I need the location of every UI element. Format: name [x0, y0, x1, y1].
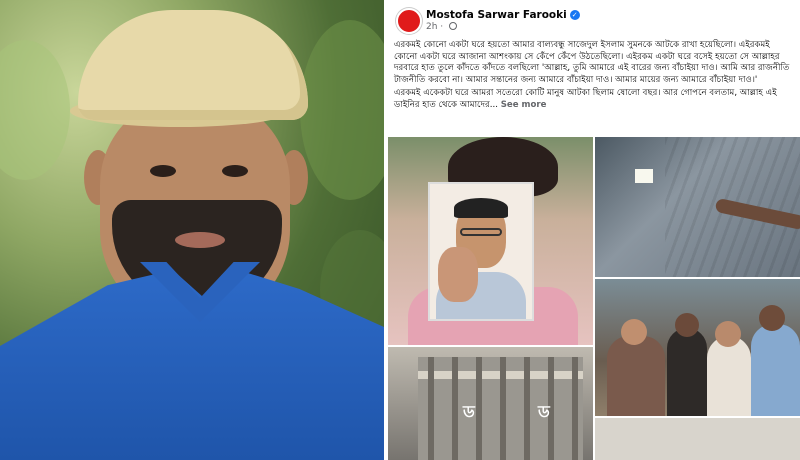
person — [751, 324, 800, 416]
cell-door: ড ড — [418, 357, 583, 460]
portrait-photo — [0, 0, 384, 460]
post-image-visitors[interactable] — [595, 279, 800, 416]
post-image-cell-wall[interactable] — [595, 137, 800, 277]
globe-icon — [449, 22, 458, 30]
bar — [500, 357, 506, 460]
post-image-jail-bars[interactable]: ড ড — [388, 347, 593, 460]
post-text: এরকমই কোনো একটা ঘরে হয়তো আমার বাল্যবন্ধ… — [394, 40, 794, 114]
post-image-protest[interactable] — [388, 137, 593, 345]
cap — [78, 10, 308, 120]
foliage — [0, 40, 70, 180]
portrait-glasses — [460, 228, 502, 236]
post-meta: 2h · — [426, 22, 458, 32]
author-name[interactable]: Mostofa Sarwar Farooki ✓ — [426, 9, 580, 21]
post-paragraph-2: এরকমই একেকটা ঘরে আমরা সতেরো কোটি মানুষ আ… — [394, 88, 794, 111]
person — [607, 336, 665, 416]
profile-avatar[interactable] — [396, 8, 422, 34]
person — [667, 328, 707, 416]
post-paragraph-2-text: এরকমই একেকটা ঘরে আমরা সতেরো কোটি মানুষ আ… — [394, 88, 777, 110]
vent-light — [635, 169, 653, 183]
bar — [524, 357, 530, 460]
person-head — [715, 321, 741, 347]
verified-badge-icon: ✓ — [569, 10, 580, 20]
eye-right — [222, 165, 248, 177]
portrait-hair — [454, 198, 508, 218]
author-name-text[interactable]: Mostofa Sarwar Farooki — [426, 9, 567, 21]
post-paragraph-1: এরকমই কোনো একটা ঘরে হয়তো আমার বাল্যবন্ধ… — [394, 40, 790, 85]
post-image-ceiling[interactable] — [595, 418, 800, 460]
person-head — [759, 305, 785, 331]
see-more-link[interactable]: See more — [501, 100, 547, 110]
bar — [476, 357, 482, 460]
eye-left — [150, 165, 176, 177]
person-head — [675, 313, 699, 337]
post-header: Mostofa Sarwar Farooki ✓ 2h · — [392, 4, 800, 36]
person-head — [621, 319, 647, 345]
foliage — [300, 20, 384, 200]
hand — [438, 247, 478, 302]
mouth — [175, 232, 225, 248]
bar — [452, 357, 458, 460]
person — [707, 336, 751, 416]
bar — [572, 357, 578, 460]
post-time[interactable]: 2h — [426, 22, 437, 32]
door-marking: ড — [463, 402, 475, 421]
door-marking: ড — [538, 402, 550, 421]
bar — [428, 357, 434, 460]
facebook-post: Mostofa Sarwar Farooki ✓ 2h · এরকমই কোনো … — [388, 0, 800, 460]
